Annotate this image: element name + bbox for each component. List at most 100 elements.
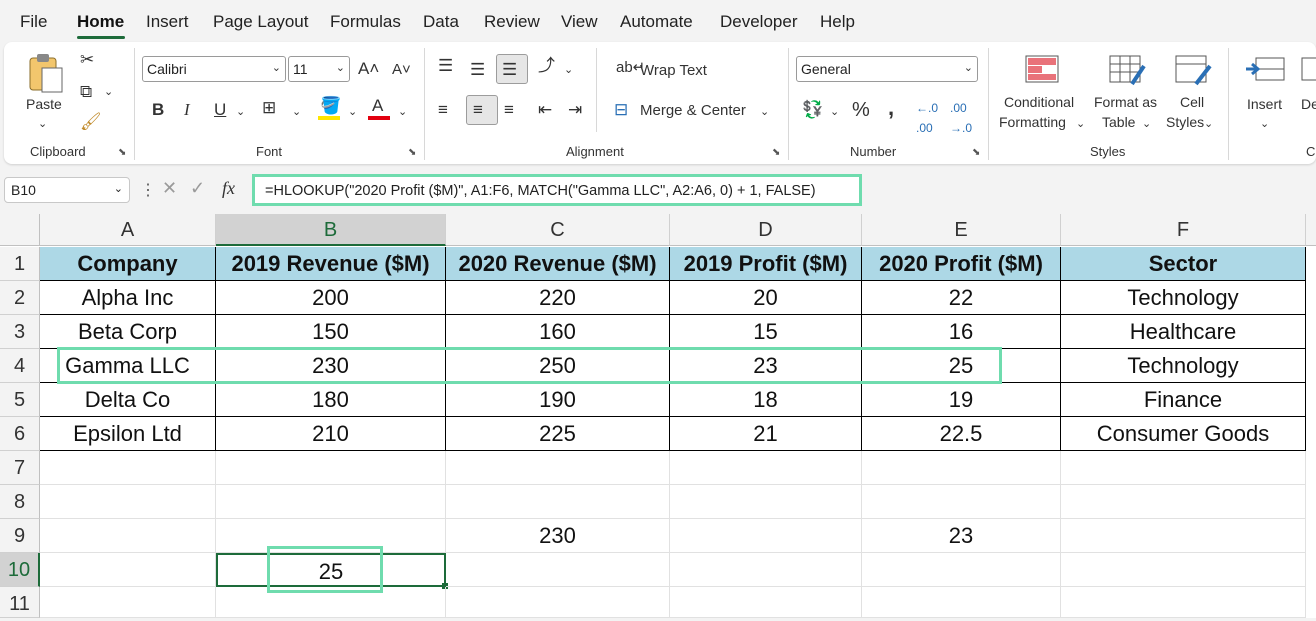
number-format-select[interactable]: General ⌄ [796, 56, 978, 82]
font-family-select[interactable]: Calibri ⌄ [142, 56, 286, 82]
cell-e7[interactable] [862, 451, 1061, 485]
chevron-down-icon[interactable]: ⌄ [1204, 114, 1213, 134]
cell-c11[interactable] [446, 587, 670, 618]
row-header-6[interactable]: 6 [0, 417, 40, 451]
cell-f9[interactable] [1061, 519, 1306, 553]
delete-cells-icon[interactable] [1300, 56, 1316, 84]
cut-icon[interactable]: ✂ [80, 50, 94, 70]
cell-f7[interactable] [1061, 451, 1306, 485]
cell-styles-label-1[interactable]: Cell [1180, 94, 1204, 110]
cell-c10[interactable] [446, 553, 670, 587]
number-launcher-icon[interactable]: ⬊ [972, 147, 980, 158]
fill-dropdown-icon[interactable]: ⌄ [348, 102, 357, 122]
cell-e11[interactable] [862, 587, 1061, 618]
cell-e1[interactable]: 2020 Profit ($M) [862, 247, 1061, 281]
underline-dropdown-icon[interactable]: ⌄ [236, 102, 245, 122]
cell-d2[interactable]: 20 [670, 281, 862, 315]
cell-e5[interactable]: 19 [862, 383, 1061, 417]
cell-b2[interactable]: 200 [216, 281, 446, 315]
cell-e6[interactable]: 22.5 [862, 417, 1061, 451]
conditional-formatting-icon[interactable] [1024, 54, 1060, 84]
align-right-icon[interactable]: ≡ [504, 100, 514, 120]
accounting-dropdown-icon[interactable]: ⌄ [830, 102, 839, 122]
tab-page-layout[interactable]: Page Layout [213, 12, 308, 32]
insert-function-icon[interactable]: fx [222, 178, 235, 199]
conditional-formatting-label-2[interactable]: Formatting [999, 114, 1066, 130]
more-options-icon[interactable]: ⋮ [140, 180, 156, 200]
cell-f5[interactable]: Finance [1061, 383, 1306, 417]
cell-a11[interactable] [40, 587, 216, 618]
align-middle-icon[interactable]: ☰ [470, 60, 485, 80]
cancel-icon[interactable]: ✕ [162, 178, 177, 199]
cell-d11[interactable] [670, 587, 862, 618]
cell-b9[interactable] [216, 519, 446, 553]
format-as-table-icon[interactable] [1108, 54, 1146, 86]
percent-icon[interactable]: % [852, 100, 870, 120]
merge-center-button[interactable]: Merge & Center [640, 102, 746, 119]
delete-label[interactable]: De [1301, 96, 1316, 112]
underline-button[interactable]: U [214, 100, 226, 120]
tab-help[interactable]: Help [820, 12, 855, 32]
column-header-a[interactable]: A [40, 214, 216, 246]
fill-color-icon[interactable]: 🪣 [320, 96, 341, 116]
cell-a9[interactable] [40, 519, 216, 553]
cell-b5[interactable]: 180 [216, 383, 446, 417]
cell-b10[interactable]: 25 [216, 553, 446, 587]
tab-view[interactable]: View [561, 12, 598, 32]
borders-icon[interactable]: ⊞ [262, 98, 276, 118]
row-header-7[interactable]: 7 [0, 451, 40, 485]
cell-e3[interactable]: 16 [862, 315, 1061, 349]
cell-e4[interactable]: 25 [862, 349, 1061, 383]
font-size-select[interactable]: 11 ⌄ [288, 56, 350, 82]
tab-insert[interactable]: Insert [146, 12, 189, 32]
cell-e8[interactable] [862, 485, 1061, 519]
copy-dropdown-icon[interactable]: ⌄ [104, 82, 113, 102]
cell-b3[interactable]: 150 [216, 315, 446, 349]
cell-d8[interactable] [670, 485, 862, 519]
row-header-5[interactable]: 5 [0, 383, 40, 417]
cell-e10[interactable] [862, 553, 1061, 587]
paste-label[interactable]: Paste [26, 96, 62, 112]
borders-dropdown-icon[interactable]: ⌄ [292, 102, 301, 122]
select-all-button[interactable] [0, 214, 40, 246]
orientation-dropdown-icon[interactable]: ⌄ [564, 60, 573, 80]
format-painter-icon[interactable]: 🖌 [80, 112, 102, 132]
italic-button[interactable]: I [184, 100, 190, 120]
decrease-indent-icon[interactable]: ⇤ [538, 100, 552, 120]
row-header-3[interactable]: 3 [0, 315, 40, 349]
cell-f2[interactable]: Technology [1061, 281, 1306, 315]
conditional-formatting-label-1[interactable]: Conditional [1004, 94, 1074, 110]
increase-font-icon[interactable]: A˄ [358, 59, 379, 79]
cell-f6[interactable]: Consumer Goods [1061, 417, 1306, 451]
formula-input[interactable]: =HLOOKUP("2020 Profit ($M)", A1:F6, MATC… [252, 174, 862, 206]
orientation-icon[interactable]: ⤴ [538, 56, 555, 76]
cell-c3[interactable]: 160 [446, 315, 670, 349]
accounting-format-icon[interactable]: 💱 [802, 100, 823, 120]
tab-review[interactable]: Review [484, 12, 540, 32]
cell-b1[interactable]: 2019 Revenue ($M) [216, 247, 446, 281]
enter-icon[interactable]: ✓ [190, 178, 205, 199]
wrap-text-button[interactable]: Wrap Text [640, 62, 707, 79]
cell-c2[interactable]: 220 [446, 281, 670, 315]
tab-formulas[interactable]: Formulas [330, 12, 401, 32]
cell-d1[interactable]: 2019 Profit ($M) [670, 247, 862, 281]
decrease-font-icon[interactable]: A˅ [392, 60, 411, 80]
tab-file[interactable]: File [20, 12, 47, 32]
cell-b7[interactable] [216, 451, 446, 485]
cell-styles-label-2[interactable]: Styles [1166, 114, 1204, 130]
chevron-down-icon[interactable]: ⌄ [1260, 114, 1269, 134]
comma-style-icon[interactable]: , [888, 97, 894, 119]
row-header-9[interactable]: 9 [0, 519, 40, 553]
paste-dropdown-icon[interactable]: ⌄ [38, 114, 47, 134]
increase-indent-icon[interactable]: ⇥ [568, 100, 582, 120]
chevron-down-icon[interactable]: ⌄ [1076, 114, 1085, 134]
column-header-e[interactable]: E [862, 214, 1061, 246]
cell-a1[interactable]: Company [40, 247, 216, 281]
alignment-launcher-icon[interactable]: ⬊ [772, 147, 780, 158]
tab-automate[interactable]: Automate [620, 12, 693, 32]
paste-icon[interactable] [26, 52, 66, 96]
cell-a10[interactable] [40, 553, 216, 587]
row-header-1[interactable]: 1 [0, 247, 40, 281]
cell-e2[interactable]: 22 [862, 281, 1061, 315]
merge-center-icon[interactable]: ⊟ [614, 100, 628, 120]
